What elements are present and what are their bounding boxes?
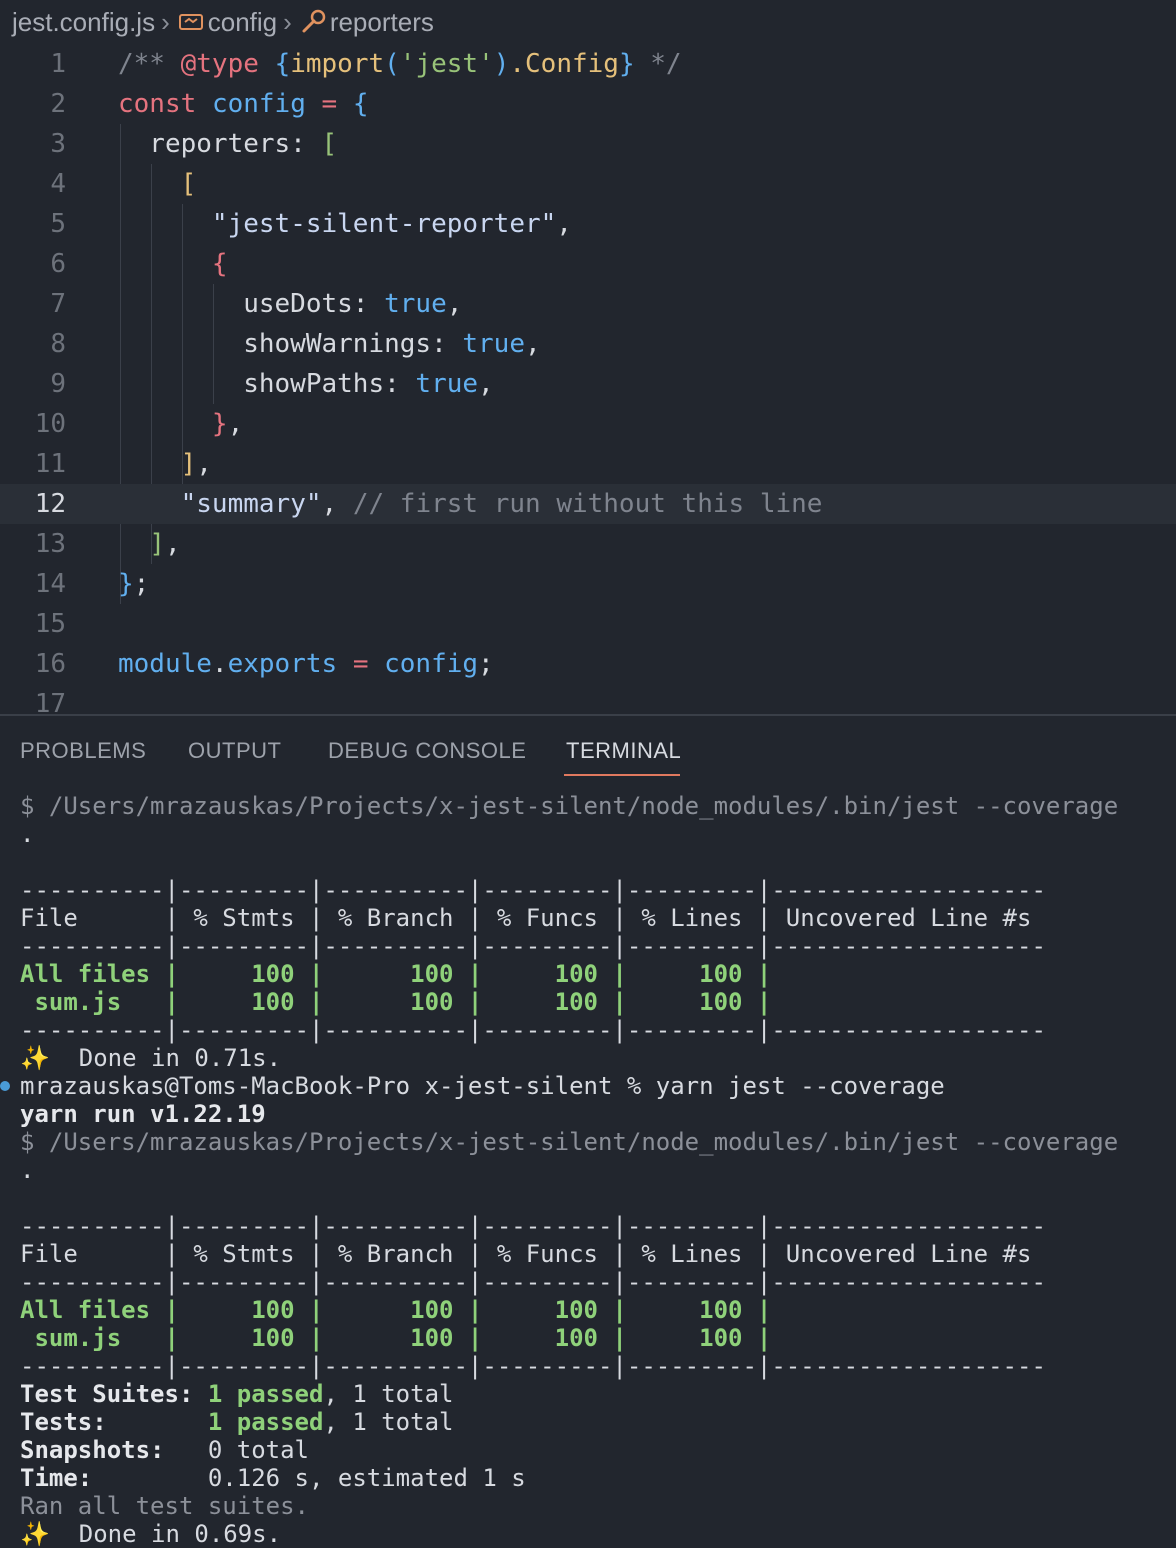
breadcrumb-config[interactable]: config <box>208 7 277 38</box>
code-line[interactable]: 12 "summary", // first run without this … <box>0 484 1176 524</box>
terminal-line: ----------|---------|----------|--------… <box>20 1268 1046 1296</box>
line-number: 13 <box>34 529 66 559</box>
code-line[interactable]: 6 { <box>0 244 1176 284</box>
terminal-line: ✨ Done in 0.71s. <box>20 1044 282 1072</box>
code-text: ], <box>180 449 212 479</box>
terminal-line: File | % Stmts | % Branch | % Funcs | % … <box>20 1240 1032 1268</box>
line-number: 4 <box>50 169 66 199</box>
terminal-line: yarn run v1.22.19 <box>20 1100 266 1128</box>
chevron-right-icon: › <box>161 6 170 37</box>
terminal-line: sum.js | 100 | 100 | 100 | 100 | <box>20 1324 772 1352</box>
terminal-line: All files | 100 | 100 | 100 | 100 | <box>20 1296 772 1324</box>
terminal-line: Tests: 1 passed, 1 total <box>20 1408 454 1436</box>
terminal-line: . <box>20 1156 35 1184</box>
line-number: 16 <box>34 649 66 679</box>
line-number: 7 <box>50 289 66 319</box>
code-text: showPaths: true, <box>118 369 494 399</box>
code-line[interactable]: 2 const config = { <box>0 84 1176 124</box>
code-line[interactable]: 8 showWarnings: true, <box>0 324 1176 364</box>
terminal-line: ✨ Done in 0.69s. <box>20 1520 282 1548</box>
terminal-line: ----------|---------|----------|--------… <box>20 1016 1046 1044</box>
line-number: 17 <box>34 689 66 714</box>
terminal-line: sum.js | 100 | 100 | 100 | 100 | <box>20 988 772 1016</box>
terminal-line: ----------|---------|----------|--------… <box>20 932 1046 960</box>
breadcrumb-file[interactable]: jest.config.js <box>12 7 155 38</box>
terminal-line: Snapshots: 0 total <box>20 1436 309 1464</box>
line-number: 3 <box>50 129 66 159</box>
code-line[interactable]: 16 module.exports = config; <box>0 644 1176 684</box>
code-text: "jest-silent-reporter", <box>211 209 572 239</box>
line-number: 15 <box>34 609 66 639</box>
terminal-line: $ /Users/mrazauskas/Projects/x-jest-sile… <box>20 1128 1119 1156</box>
code-line[interactable]: 1 /** @type {import('jest').Config} */ <box>0 44 1176 84</box>
terminal-line: ----------|---------|----------|--------… <box>20 876 1046 904</box>
code-text: reporters: [ <box>118 129 338 159</box>
code-text: module.exports = config; <box>118 649 494 679</box>
code-line[interactable]: 5 "jest-silent-reporter", <box>0 204 1176 244</box>
code-line[interactable]: 7 useDots: true, <box>0 284 1176 324</box>
terminal-line: All files | 100 | 100 | 100 | 100 | <box>20 960 772 988</box>
tab-problems[interactable]: PROBLEMS <box>20 738 146 764</box>
code-line[interactable]: 13 ], <box>0 524 1176 564</box>
variable-icon <box>176 7 206 37</box>
breadcrumb: jest.config.js › config › reporters <box>12 4 434 40</box>
code-line[interactable]: 17 <box>0 684 1176 714</box>
line-number: 12 <box>34 489 66 519</box>
code-editor[interactable]: 1 /** @type {import('jest').Config} */ 2 co… <box>0 44 1176 714</box>
code-text: useDots: true, <box>118 289 463 319</box>
code-line[interactable]: 9 showPaths: true, <box>0 364 1176 404</box>
tab-output[interactable]: OUTPUT <box>188 738 281 764</box>
code-text: { <box>211 249 228 279</box>
active-tab-indicator <box>564 774 680 776</box>
line-number: 8 <box>50 329 66 359</box>
command-decoration-icon[interactable] <box>0 1081 10 1091</box>
line-number: 5 <box>50 209 66 239</box>
line-number: 11 <box>34 449 66 479</box>
terminal-line: ----------|---------|----------|--------… <box>20 1352 1046 1380</box>
terminal-line: Time: 0.126 s, estimated 1 s <box>20 1464 526 1492</box>
line-number: 1 <box>50 49 66 79</box>
code-text: [ <box>180 169 197 199</box>
code-text: const config = { <box>118 89 369 119</box>
tab-terminal[interactable]: TERMINAL <box>566 738 681 764</box>
code-text: "summary", // first run without this lin… <box>180 489 823 519</box>
wrench-icon <box>298 7 328 37</box>
code-text: ], <box>149 529 181 559</box>
breadcrumb-reporters[interactable]: reporters <box>330 7 434 38</box>
code-line[interactable]: 10 }, <box>0 404 1176 444</box>
code-line[interactable]: 15 <box>0 604 1176 644</box>
chevron-right-icon: › <box>283 6 292 37</box>
code-line[interactable]: 4 [ <box>0 164 1176 204</box>
terminal-output[interactable]: $ /Users/mrazauskas/Projects/x-jest-sile… <box>0 792 1170 1548</box>
line-number: 10 <box>34 409 66 439</box>
code-line[interactable]: 3 reporters: [ <box>0 124 1176 164</box>
line-number: 14 <box>34 569 66 599</box>
code-text: /** @type {import('jest').Config} */ <box>118 49 682 79</box>
terminal-line: . <box>20 820 35 848</box>
code-text: }; <box>118 569 150 599</box>
panel-tabs: PROBLEMS OUTPUT DEBUG CONSOLE TERMINAL <box>0 716 1176 778</box>
terminal-line: Ran all test suites. <box>20 1492 309 1520</box>
line-number: 6 <box>50 249 66 279</box>
code-text: }, <box>211 409 244 439</box>
line-number: 9 <box>50 369 66 399</box>
terminal-line: Test Suites: 1 passed, 1 total <box>20 1380 454 1408</box>
code-line[interactable]: 14}; <box>0 564 1176 604</box>
terminal-line: File | % Stmts | % Branch | % Funcs | % … <box>20 904 1032 932</box>
line-number: 2 <box>50 89 66 119</box>
code-line[interactable]: 11 ], <box>0 444 1176 484</box>
terminal-line: mrazauskas@Toms-MacBook-Pro x-jest-silen… <box>0 1072 1170 1100</box>
code-text: showWarnings: true, <box>118 329 541 359</box>
tab-debug-console[interactable]: DEBUG CONSOLE <box>328 738 526 764</box>
terminal-line: $ /Users/mrazauskas/Projects/x-jest-sile… <box>20 792 1119 820</box>
terminal-line: ----------|---------|----------|--------… <box>20 1212 1046 1240</box>
